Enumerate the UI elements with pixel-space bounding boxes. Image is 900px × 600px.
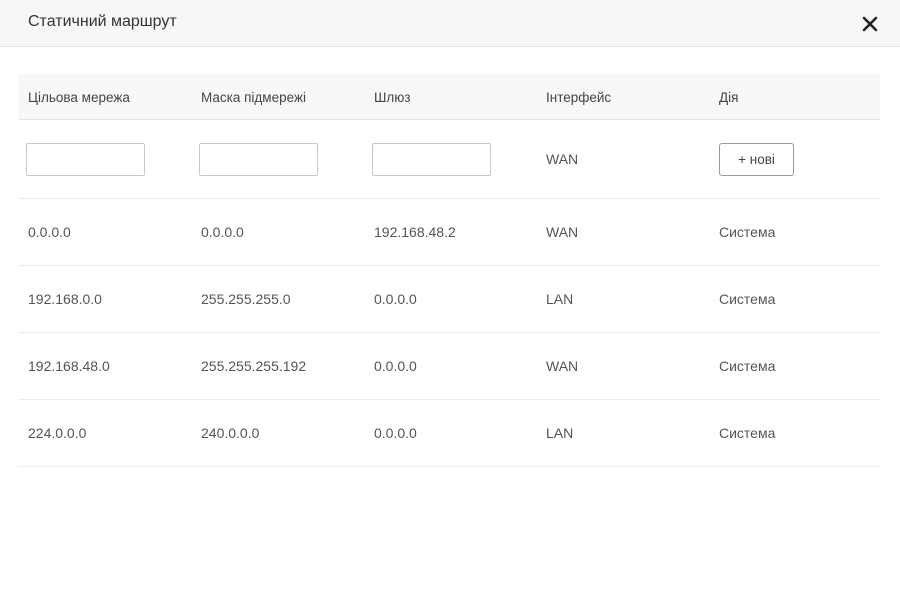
route-action: Система [719,425,776,441]
dialog-title: Статичний маршрут [28,13,177,30]
new-route-interface: WAN [546,151,579,167]
gateway-input[interactable] [372,142,491,176]
table-header: Цільова мережа Маска підмережі Шлюз Інте… [18,74,880,120]
route-mask: 255.255.255.0 [201,291,291,307]
mask-cell [199,120,318,198]
header-target-network: Цільова мережа [28,90,130,105]
table-row: 192.168.48.0 255.255.255.192 0.0.0.0 WAN… [18,333,880,400]
route-interface: LAN [546,291,574,307]
static-route-dialog: Статичний маршрут Цільова мережа Маска п… [0,0,900,600]
close-icon[interactable] [859,13,881,35]
route-target: 0.0.0.0 [28,224,71,240]
dialog-header: Статичний маршрут [0,0,900,47]
gateway-cell [372,120,491,198]
route-interface: WAN [546,224,579,240]
route-gateway: 192.168.48.2 [374,224,456,240]
route-action: Система [719,291,776,307]
route-action: Система [719,358,776,374]
routes-table: Цільова мережа Маска підмережі Шлюз Інте… [18,74,880,467]
new-route-row: WAN + нові [18,120,880,199]
route-mask: 255.255.255.192 [201,358,307,374]
route-mask: 240.0.0.0 [201,425,260,441]
header-subnet-mask: Маска підмережі [201,90,306,105]
add-route-button[interactable]: + нові [719,142,794,176]
header-interface: Інтерфейс [546,90,612,105]
table-row: 0.0.0.0 0.0.0.0 192.168.48.2 WAN Система [18,199,880,266]
route-interface: LAN [546,425,574,441]
header-gateway: Шлюз [374,90,411,105]
route-target: 192.168.48.0 [28,358,110,374]
table-row: 192.168.0.0 255.255.255.0 0.0.0.0 LAN Си… [18,266,880,333]
subnet-mask-input[interactable] [199,142,318,176]
table-row: 224.0.0.0 240.0.0.0 0.0.0.0 LAN Система [18,400,880,467]
route-mask: 0.0.0.0 [201,224,244,240]
route-gateway: 0.0.0.0 [374,291,417,307]
route-action: Система [719,224,776,240]
route-gateway: 0.0.0.0 [374,358,417,374]
header-action: Дія [719,90,739,105]
route-target: 224.0.0.0 [28,425,87,441]
route-interface: WAN [546,358,579,374]
target-network-input[interactable] [26,142,145,176]
add-cell: + нові [719,120,794,198]
route-gateway: 0.0.0.0 [374,425,417,441]
route-target: 192.168.0.0 [28,291,102,307]
target-cell [26,120,145,198]
